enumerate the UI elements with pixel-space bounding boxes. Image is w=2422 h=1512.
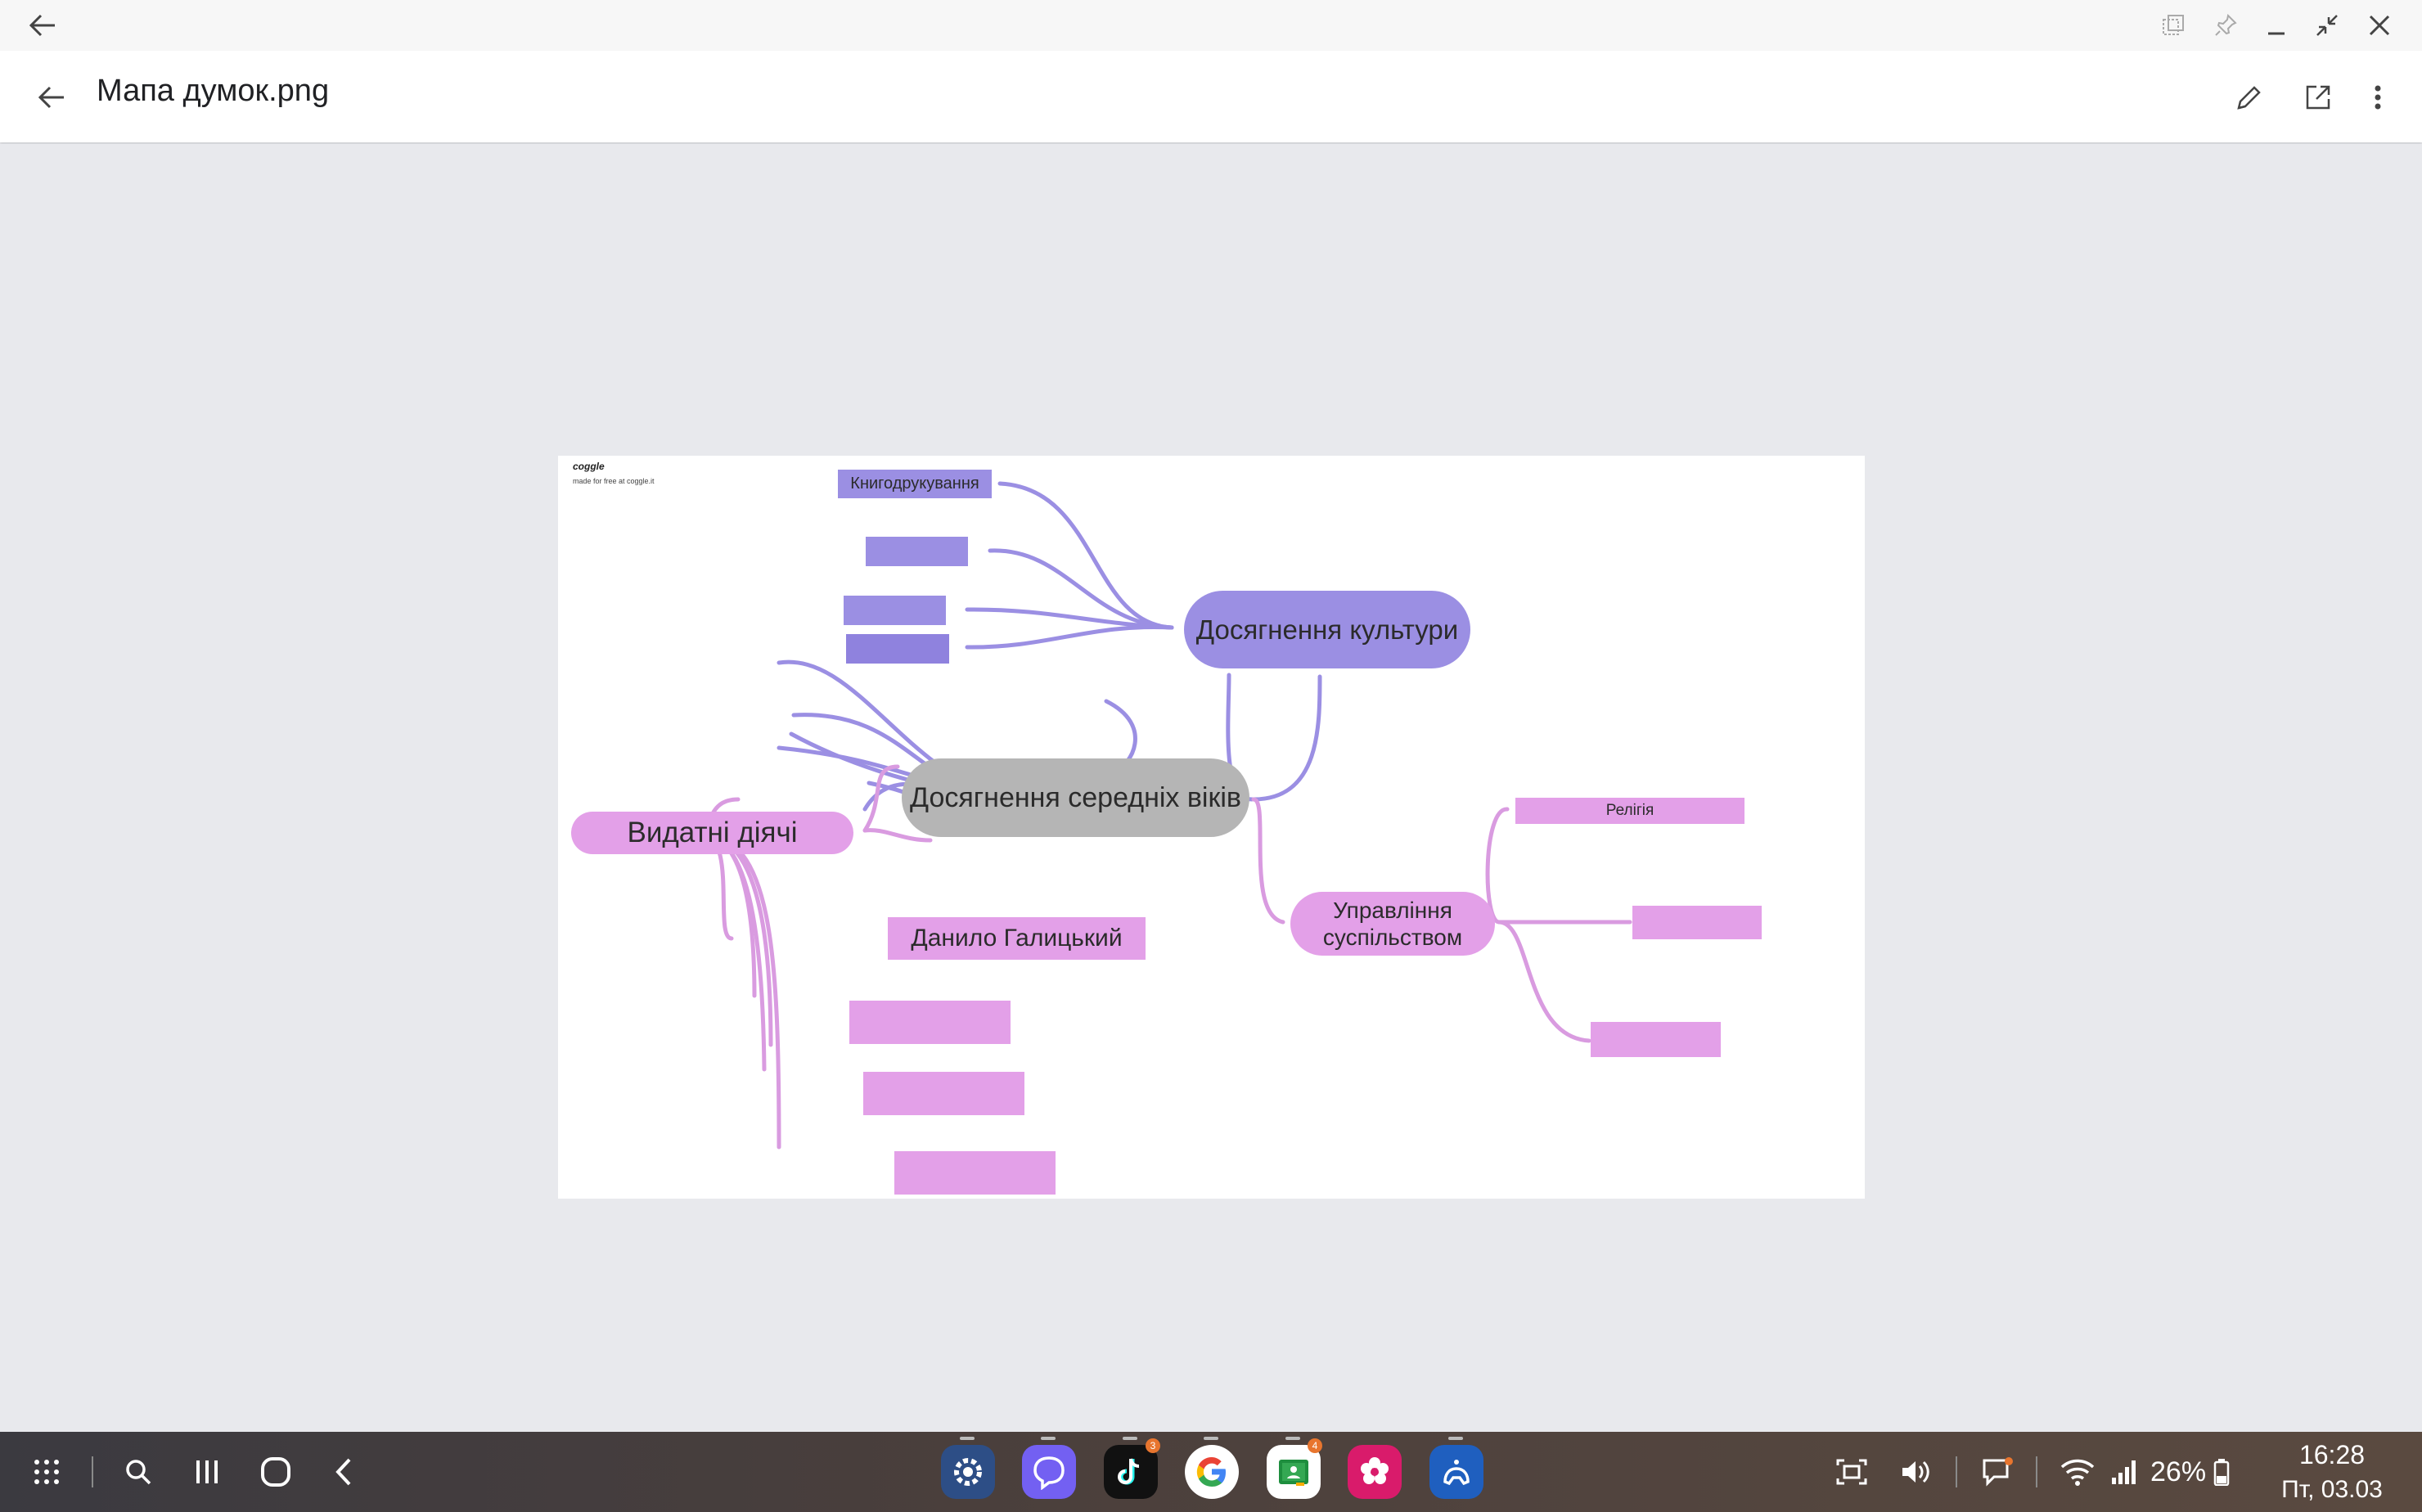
app-running-indicator [1448,1437,1463,1440]
notification-icon[interactable] [1979,1455,2016,1489]
watermark-text: made for free at coggle.it [573,477,655,485]
people-leaf-blank-2[interactable] [863,1072,1024,1115]
app-running-indicator [1285,1437,1300,1440]
close-icon[interactable] [2363,10,2396,41]
back-icon[interactable] [326,1453,363,1491]
multi-window-icon[interactable] [2157,10,2190,41]
people-node[interactable]: Видатні діячі [571,812,853,854]
culture-leaf-printing[interactable]: Книгодрукування [838,470,992,498]
culture-node[interactable]: Досягнення культури [1184,591,1470,668]
culture-leaf-blank-3[interactable] [846,634,949,664]
recents-icon[interactable] [188,1453,226,1491]
game-launcher-app-icon[interactable] [1429,1445,1483,1499]
society-leaf-blank-2[interactable] [1591,1022,1721,1057]
tiktok-badge: 3 [1146,1438,1160,1453]
society-node[interactable]: Управління суспільством [1290,892,1495,956]
society-leaf-blank-1[interactable] [1632,906,1762,939]
clock-date[interactable]: Пт, 03.03 [2258,1476,2406,1504]
culture-leaf-blank-2[interactable] [844,596,946,625]
taskbar-divider [2036,1456,2037,1487]
app-grid-icon[interactable] [28,1453,65,1491]
file-title: Мапа думок.png [97,74,330,108]
clock-time[interactable]: 16:28 [2283,1440,2381,1470]
app-running-indicator [960,1437,975,1440]
volume-icon[interactable] [1897,1455,1934,1489]
people-leaf-blank-3[interactable] [894,1151,1056,1195]
central-topic-node[interactable]: Досягнення середніх віків [902,758,1249,837]
taskbar-divider [1956,1456,1957,1487]
search-icon[interactable] [119,1453,157,1491]
signal-icon [2108,1455,2141,1489]
mind-map-image[interactable]: coggle made for free at coggle.it Досягн… [558,456,1865,1199]
taskbar-divider [92,1456,93,1487]
app-running-indicator [1123,1437,1137,1440]
restore-icon[interactable] [2311,10,2343,41]
more-vert-icon[interactable] [2361,79,2394,116]
classroom-badge: 4 [1308,1438,1322,1453]
gallery-app-icon[interactable] [1348,1445,1402,1499]
people-leaf-blank-1[interactable] [849,1001,1011,1044]
pin-icon[interactable] [2209,10,2242,41]
window-caption-bar [0,0,2422,51]
viber-app-icon[interactable] [1022,1445,1076,1499]
back-arrow-icon[interactable] [31,80,72,115]
google-app-icon[interactable] [1185,1445,1239,1499]
back-arrow-icon[interactable] [25,10,61,41]
tiktok-app-icon[interactable] [1104,1445,1158,1499]
screen-capture-icon[interactable] [1833,1455,1871,1489]
culture-leaf-blank-1[interactable] [866,537,968,566]
viewer-app-bar [0,51,2422,142]
home-icon[interactable] [257,1453,295,1491]
settings-app-icon[interactable] [941,1445,995,1499]
open-external-icon[interactable] [2298,79,2339,116]
classroom-app-icon[interactable] [1267,1445,1321,1499]
app-running-indicator [1204,1437,1218,1440]
edit-pencil-icon[interactable] [2229,79,2270,116]
society-leaf-religion[interactable]: Релігія [1515,798,1744,824]
app-running-indicator [1041,1437,1056,1440]
wifi-icon[interactable] [2057,1455,2098,1489]
battery-percentage: 26% [2150,1456,2207,1487]
people-leaf-danylo[interactable]: Данило Галицький [888,917,1146,960]
coggle-logo: coggle [573,461,605,472]
minimize-icon[interactable] [2260,10,2293,41]
battery-icon [2211,1455,2232,1489]
